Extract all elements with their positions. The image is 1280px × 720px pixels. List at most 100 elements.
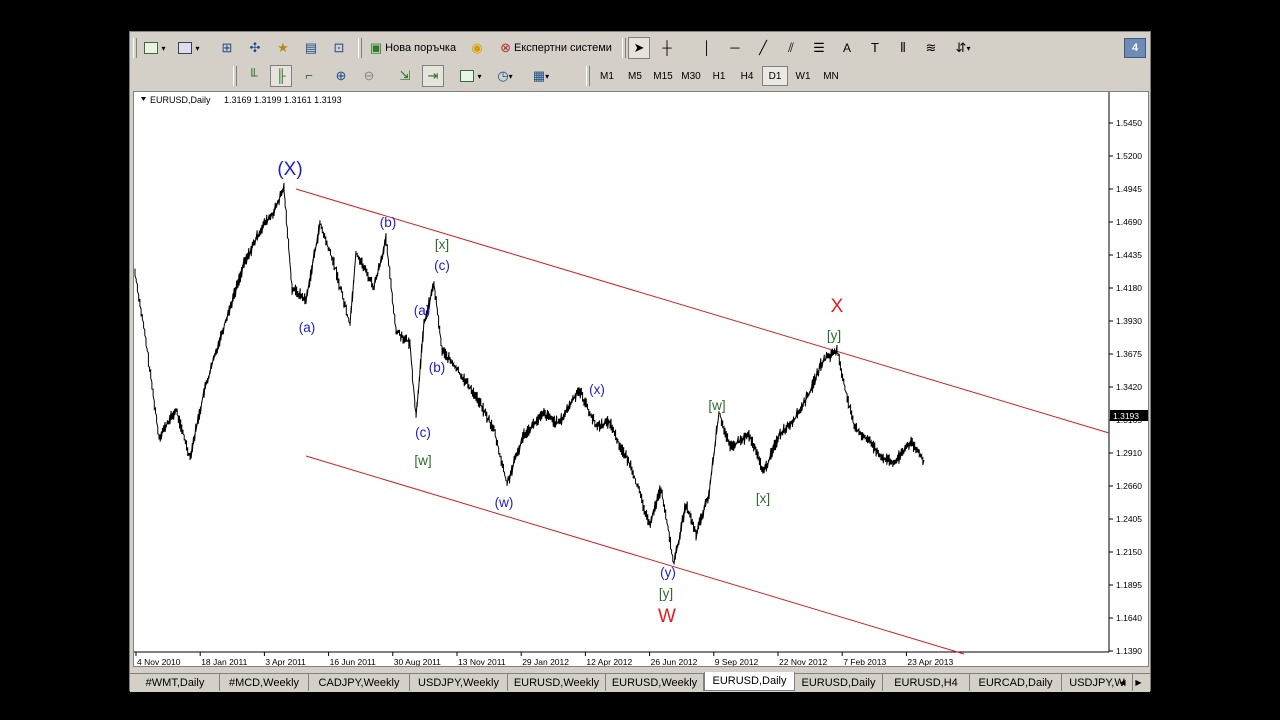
wave-label: (a)	[299, 320, 316, 335]
wave-label: X	[831, 296, 844, 317]
timeframe-w1-button[interactable]: W1	[790, 66, 816, 86]
trendline-button[interactable]: ╱	[752, 37, 774, 59]
chart-tab[interactable]: EURUSD,Weekly	[606, 674, 704, 691]
channel-icon: ⫽	[788, 40, 794, 55]
horizontal-line-button[interactable]: ─	[724, 37, 746, 59]
window-count-badge[interactable]: 4	[1124, 38, 1146, 58]
zoom-out-button[interactable]: ⊖	[358, 65, 380, 87]
chart-tab[interactable]: EURCAD,Daily	[970, 674, 1062, 691]
wave-label: [w]	[414, 453, 431, 468]
horizontal-line-icon: ─	[730, 40, 740, 55]
fibo-fan-button[interactable]: ≋	[920, 37, 942, 59]
chart-header-symbol: EURUSD,Daily	[150, 95, 211, 105]
new-order-button[interactable]: ▣ Нова поръчка	[364, 37, 462, 59]
expert-systems-button[interactable]: ⊗ Експертни системи	[494, 37, 618, 59]
price-tick-label: 1.4180	[1116, 283, 1142, 293]
new-chart-button[interactable]: ▾	[140, 37, 170, 59]
templates-button[interactable]: ▦ ▾	[526, 65, 556, 87]
toolbar-grip[interactable]	[133, 38, 137, 58]
timeframe-m30-button[interactable]: M30	[678, 66, 704, 86]
arrows-button[interactable]: ⇵ ▾	[948, 37, 978, 59]
wave-label: W	[658, 606, 676, 627]
price-tick-label: 1.2150	[1116, 547, 1142, 557]
templates-icon: ▦	[532, 68, 546, 83]
toolbar-separator	[586, 66, 590, 86]
date-tick-label: 9 Sep 2012	[715, 657, 759, 666]
price-tick-label: 1.2910	[1116, 448, 1142, 458]
chart-tab[interactable]: EURUSD,Daily	[704, 672, 795, 691]
date-tick-label: 18 Jan 2011	[201, 657, 247, 666]
timeframe-m5-button[interactable]: M5	[622, 66, 648, 86]
tab-scroll-right-arrow[interactable]: ▶	[1132, 676, 1145, 689]
market-watch-button[interactable]: ⊞	[216, 37, 238, 59]
profiles-button[interactable]: ▾	[174, 37, 204, 59]
new-chart-icon	[144, 42, 159, 54]
date-tick-label: 4 Nov 2010	[137, 657, 181, 666]
chart-header-ohlc: 1.3169 1.3199 1.3161 1.3193	[224, 95, 342, 105]
metaeditor-button[interactable]: ◉	[466, 37, 488, 59]
price-tick-label: 1.1895	[1116, 580, 1142, 590]
vertical-line-icon: │	[702, 40, 712, 55]
chart-tab[interactable]: USDJPY,W	[1062, 674, 1133, 691]
price-tick-label: 1.5200	[1116, 151, 1142, 161]
date-tick-label: 12 Apr 2012	[586, 657, 632, 666]
toolbar-separator	[622, 38, 626, 58]
terminal-icon: ▤	[304, 40, 318, 55]
candlestick-chart-button[interactable]: ╟	[270, 65, 292, 87]
chart-shift-button[interactable]: ⇥	[422, 65, 444, 87]
equidistant-channel-button[interactable]: ⫽	[780, 37, 802, 59]
navigator-button[interactable]: ★	[272, 37, 294, 59]
chart-tabs-bar: ◀ ▶ #WMT,Daily #MCD,Weekly CADJPY,Weekly US…	[130, 672, 1150, 692]
chart-tab[interactable]: USDJPY,Weekly	[410, 674, 508, 691]
toolbar-grip[interactable]	[233, 66, 237, 86]
gann-button[interactable]: ⦀	[892, 37, 914, 59]
chart-tab[interactable]: #WMT,Daily	[131, 674, 220, 691]
zoom-out-icon: ⊖	[363, 68, 375, 83]
timeframe-h4-button[interactable]: H4	[734, 66, 760, 86]
price-tick-label: 1.1640	[1116, 613, 1142, 623]
text-tool-button[interactable]: A	[836, 37, 858, 59]
timeframe-m1-button[interactable]: M1	[594, 66, 620, 86]
zoom-in-icon: ⊕	[335, 68, 347, 83]
data-window-button[interactable]: ✣	[244, 37, 266, 59]
bar-chart-button[interactable]: ╙	[242, 65, 264, 87]
cursor-tool-button[interactable]: ➤	[628, 37, 650, 59]
autoscroll-button[interactable]: ⇲	[394, 65, 416, 87]
vertical-line-button[interactable]: │	[696, 37, 718, 59]
timeframe-mn-button[interactable]: MN	[818, 66, 844, 86]
gann-icon: ⦀	[900, 40, 906, 55]
periods-button[interactable]: ◷ ▾	[490, 65, 520, 87]
chart-tab[interactable]: EURUSD,H4	[883, 674, 970, 691]
chart-tab[interactable]: CADJPY,Weekly	[309, 674, 410, 691]
text-label-button[interactable]: T	[864, 37, 886, 59]
wave-label: [y]	[659, 586, 673, 601]
price-tick-label: 1.3675	[1116, 349, 1142, 359]
terminal-button[interactable]: ▤	[300, 37, 322, 59]
timeframe-h1-button[interactable]: H1	[706, 66, 732, 86]
crosshair-tool-button[interactable]: ┼	[656, 37, 678, 59]
wave-label: [y]	[827, 328, 841, 343]
price-tick-label: 1.4945	[1116, 184, 1142, 194]
price-chart[interactable]: EURUSD,Daily 1.3169 1.3199 1.3161 1.3193 1…	[134, 92, 1148, 666]
fibo-fan-icon: ≋	[925, 40, 937, 55]
fibonacci-button[interactable]: ☰	[808, 37, 830, 59]
chart-tab[interactable]: EURUSD,Weekly	[508, 674, 606, 691]
timeframe-d1-button[interactable]: D1	[762, 66, 788, 86]
zoom-in-button[interactable]: ⊕	[330, 65, 352, 87]
chart-tab[interactable]: #MCD,Weekly	[220, 674, 309, 691]
expert-systems-icon: ⊗	[500, 40, 511, 55]
new-order-label: Нова поръчка	[385, 42, 457, 54]
strategy-tester-button[interactable]: ⊡	[328, 37, 350, 59]
indicators-icon	[460, 70, 475, 82]
indicators-button[interactable]: ▾	[456, 65, 486, 87]
price-tick-label: 1.4690	[1116, 217, 1142, 227]
chart-window[interactable]: EURUSD,Daily 1.3169 1.3199 1.3161 1.3193 1…	[133, 91, 1149, 667]
line-chart-button[interactable]: ⌐	[298, 65, 320, 87]
chart-shift-icon: ⇥	[427, 68, 439, 83]
chart-tab[interactable]: EURUSD,Daily	[795, 674, 883, 691]
price-tick-label: 1.5450	[1116, 118, 1142, 128]
wave-label: (c)	[415, 425, 431, 440]
wave-label: (x)	[589, 382, 605, 397]
timeframe-m15-button[interactable]: M15	[650, 66, 676, 86]
market-watch-icon: ⊞	[221, 40, 233, 55]
